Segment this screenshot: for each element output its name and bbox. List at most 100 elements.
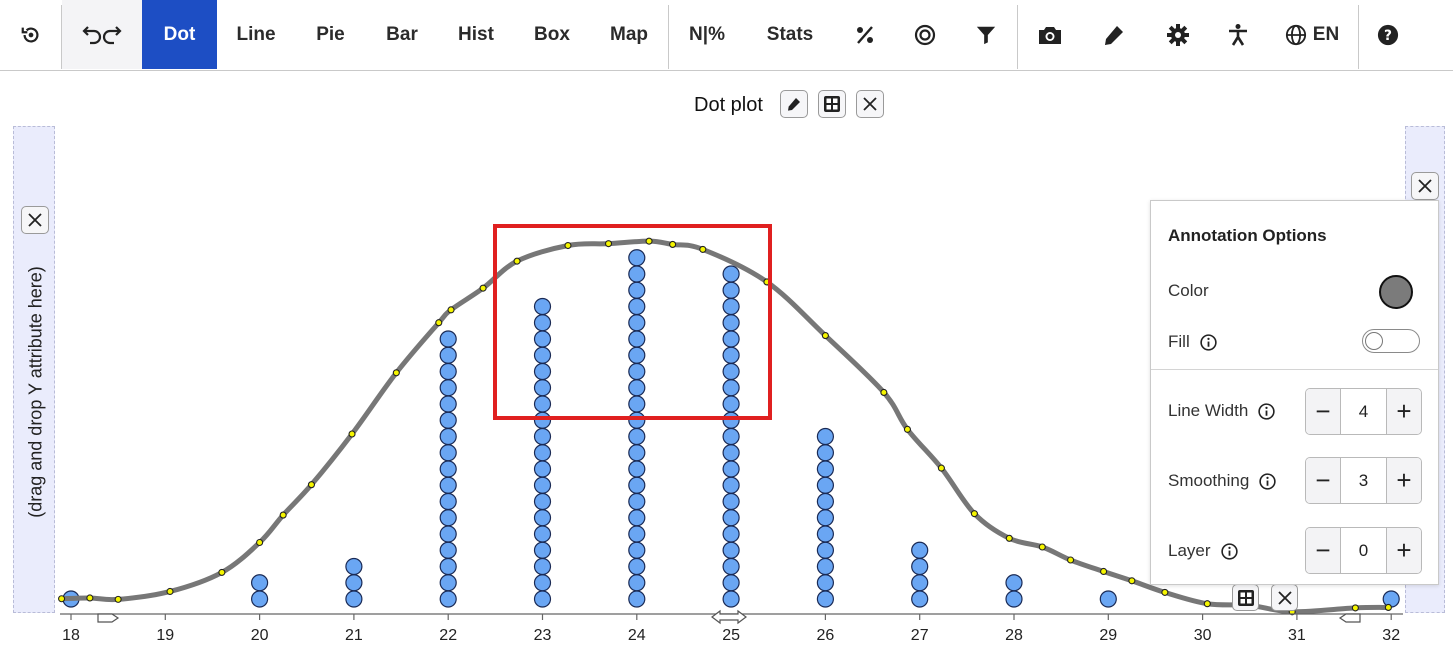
data-dot[interactable] [722, 444, 740, 462]
data-dot[interactable] [722, 281, 740, 299]
smoothing-decrement[interactable]: − [1306, 458, 1340, 503]
data-dot[interactable] [439, 590, 457, 608]
data-dot[interactable] [439, 411, 457, 429]
data-dot[interactable] [533, 346, 552, 364]
info-icon[interactable] [1258, 402, 1275, 420]
data-dot[interactable] [533, 411, 552, 429]
curve-control-point[interactable] [307, 481, 316, 489]
curve-control-point[interactable] [256, 538, 264, 547]
data-dot[interactable] [722, 346, 740, 364]
data-dot[interactable] [722, 411, 740, 429]
data-dot[interactable] [533, 330, 552, 348]
data-dot[interactable] [533, 557, 552, 576]
data-dot[interactable] [533, 574, 552, 592]
data-dot[interactable] [439, 444, 457, 462]
data-dot[interactable] [628, 411, 646, 429]
data-dot[interactable] [628, 541, 646, 559]
data-dot[interactable] [533, 444, 552, 462]
data-dot[interactable] [533, 525, 552, 543]
data-dot[interactable] [816, 509, 835, 527]
curve-control-point[interactable] [86, 594, 94, 602]
data-dot[interactable] [533, 297, 552, 316]
data-dot[interactable] [722, 314, 740, 332]
data-dot[interactable] [628, 509, 646, 527]
info-icon[interactable] [1220, 542, 1238, 560]
curve-control-point[interactable] [669, 240, 677, 248]
data-dot[interactable] [628, 574, 646, 592]
data-dot[interactable] [911, 557, 929, 576]
data-dot[interactable] [439, 574, 457, 592]
data-dot[interactable] [533, 427, 552, 446]
curve-control-point[interactable] [880, 388, 888, 397]
data-dot[interactable] [439, 362, 457, 381]
data-dot[interactable] [816, 541, 835, 559]
data-dot[interactable] [722, 265, 740, 283]
curve-control-point[interactable] [1384, 603, 1392, 611]
line-width-value[interactable]: 4 [1340, 389, 1387, 434]
curve-control-point[interactable] [114, 595, 122, 603]
data-dot[interactable] [345, 557, 363, 576]
data-dot[interactable] [251, 590, 269, 608]
curve-control-point[interactable] [392, 369, 400, 377]
data-dot[interactable] [628, 427, 646, 446]
data-dot[interactable] [439, 395, 457, 413]
curve-control-point[interactable] [1005, 534, 1013, 542]
curve-control-point[interactable] [1100, 567, 1108, 576]
data-dot[interactable] [911, 590, 929, 608]
data-dot[interactable] [722, 492, 740, 511]
data-dot[interactable] [722, 509, 740, 527]
data-dot[interactable] [345, 574, 363, 592]
data-dot[interactable] [816, 427, 835, 446]
curve-control-point[interactable] [447, 306, 455, 314]
data-dot[interactable] [722, 557, 740, 576]
info-icon[interactable] [1200, 333, 1217, 351]
data-dot[interactable] [722, 525, 740, 543]
layer-value[interactable]: 0 [1340, 528, 1387, 573]
data-dot[interactable] [722, 541, 740, 559]
data-dot[interactable] [628, 346, 646, 364]
data-dot[interactable] [816, 444, 835, 462]
data-dot[interactable] [722, 574, 740, 592]
data-dot[interactable] [533, 590, 552, 608]
data-dot[interactable] [439, 476, 457, 494]
curve-control-point[interactable] [564, 241, 572, 250]
axis-drag-handle[interactable] [97, 613, 120, 623]
data-dot[interactable] [533, 314, 552, 332]
data-dot[interactable] [628, 362, 646, 381]
data-dot[interactable] [439, 525, 457, 543]
curve-control-point[interactable] [218, 568, 226, 576]
data-dot[interactable] [628, 297, 646, 316]
smoothing-value[interactable]: 3 [1340, 458, 1387, 503]
data-dot[interactable] [628, 492, 646, 511]
data-dot[interactable] [816, 492, 835, 511]
curve-control-point[interactable] [58, 595, 66, 603]
data-dot[interactable] [533, 460, 552, 478]
data-dot[interactable] [533, 509, 552, 527]
data-dot[interactable] [722, 476, 740, 494]
curve-control-point[interactable] [1038, 543, 1046, 551]
curve-control-point[interactable] [1067, 556, 1075, 564]
smoothing-increment[interactable]: + [1387, 458, 1421, 503]
data-dot[interactable] [628, 265, 646, 283]
remove-curve-button[interactable] [1271, 584, 1298, 611]
curve-control-point[interactable] [645, 237, 653, 245]
data-dot[interactable] [439, 460, 457, 478]
data-dot[interactable] [439, 557, 457, 576]
data-dot[interactable] [533, 395, 552, 413]
data-dot[interactable] [628, 395, 646, 413]
data-dot[interactable] [628, 281, 646, 299]
data-dot[interactable] [533, 476, 552, 494]
data-dot[interactable] [628, 314, 646, 332]
curve-control-point[interactable] [903, 425, 911, 433]
data-dot[interactable] [628, 460, 646, 478]
data-dot[interactable] [628, 590, 646, 608]
curve-control-point[interactable] [479, 284, 487, 292]
data-dot[interactable] [911, 574, 929, 592]
line-width-increment[interactable]: + [1387, 389, 1421, 434]
data-dot[interactable] [1382, 590, 1400, 608]
data-dot[interactable] [1099, 590, 1117, 608]
data-dot[interactable] [628, 557, 646, 576]
data-dot[interactable] [533, 362, 552, 381]
curve-control-point[interactable] [821, 332, 829, 340]
curve-control-point[interactable] [937, 464, 945, 472]
